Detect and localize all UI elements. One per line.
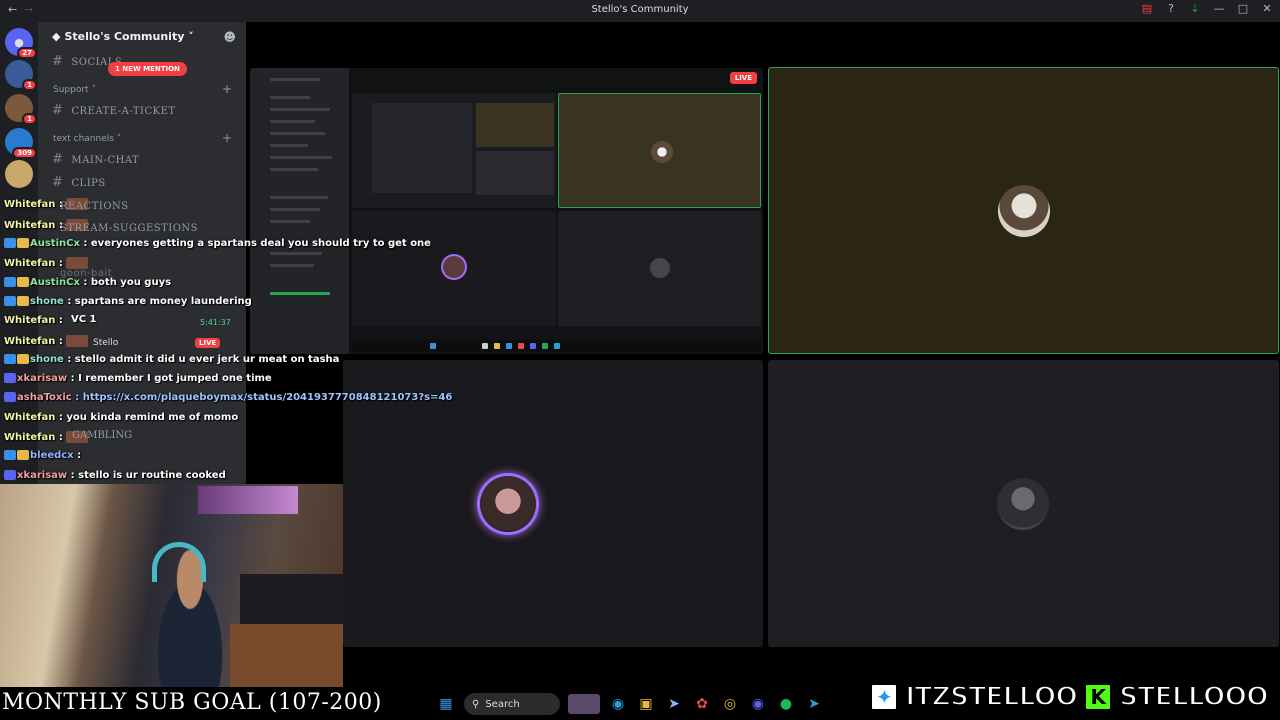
taskbar-search[interactable]: ⚲ Search (464, 693, 560, 715)
window-title: Stello's Community (591, 4, 689, 15)
category-text-channels[interactable]: text channels ˅ (53, 134, 121, 144)
badge-icon (4, 450, 16, 460)
voice-channel-vc1[interactable]: VC 1 (71, 314, 97, 325)
chrome-icon[interactable]: ◎ (720, 694, 740, 714)
hash-icon: # (52, 54, 64, 69)
maximize-icon[interactable]: □ (1236, 2, 1250, 15)
hash-icon: # (52, 152, 64, 167)
title-bar: ← → Stello's Community ▤ ? ⇣ — □ ✕ (0, 0, 1280, 22)
chat-message: AustinCx : everyones getting a spartans … (4, 238, 431, 249)
kick-handle: STELLOOO (1118, 681, 1269, 713)
screenshare-taskbar (352, 340, 761, 352)
kick-icon: K (1083, 682, 1114, 712)
discord-icon[interactable]: ◉ (748, 694, 768, 714)
channel-goon-bait[interactable]: goon-bait (52, 265, 112, 280)
channel-clips[interactable]: # CLIPS (52, 175, 106, 190)
twitter-handle: ITZSTELLOO (904, 681, 1078, 713)
server-icon[interactable]: 1 (5, 94, 37, 125)
add-channel-icon[interactable]: + (222, 131, 232, 145)
chat-message: Whitefan : you kinda remind me of momo (4, 412, 239, 423)
avatar (997, 478, 1049, 530)
badge-icon (17, 450, 29, 460)
participant-tile[interactable] (768, 360, 1279, 647)
file-explorer-icon[interactable]: ▣ (636, 694, 656, 714)
download-icon[interactable]: ⇣ (1188, 2, 1202, 15)
screenshare-grid (352, 93, 761, 326)
inbox-icon[interactable]: ▤ (1140, 2, 1154, 15)
avatar (998, 185, 1050, 237)
server-shield-icon: ◆ (52, 30, 61, 43)
server-icon[interactable] (5, 160, 33, 188)
direct-messages-icon[interactable]: ● 27 (5, 28, 37, 59)
steam-icon[interactable]: ➤ (664, 694, 684, 714)
badge-icon (17, 277, 29, 287)
badge-icon (4, 238, 16, 248)
badge-icon (4, 296, 16, 306)
twitter-icon: ✦ (869, 682, 900, 712)
channel-create-a-ticket[interactable]: # CREATE-A-TICKET (52, 103, 176, 118)
chat-link[interactable]: : https://x.com/plaqueboymax/status/2041… (75, 392, 452, 403)
chat-message: bleedcx : (4, 450, 81, 461)
windows-start-icon[interactable]: ▦ (436, 694, 456, 714)
channel-stream-suggestions[interactable]: STREAM-SUGGESTIONS (52, 220, 198, 235)
chat-message: Whitefan : (4, 315, 63, 326)
badge-icon (4, 392, 16, 402)
sub-goal-text: MONTHLY SUB GOAL (107-200) (2, 690, 382, 715)
minimize-icon[interactable]: — (1212, 2, 1226, 15)
chat-message: shone : stello admit it did u ever jerk … (4, 354, 339, 365)
hash-icon: # (52, 175, 64, 190)
channel-main-chat[interactable]: # MAIN-CHAT (52, 152, 139, 167)
server-name-dropdown[interactable]: ◆ Stello's Community ˅ (52, 30, 194, 43)
hash-icon: # (52, 103, 64, 118)
close-icon[interactable]: ✕ (1260, 2, 1274, 15)
live-badge: LIVE (729, 72, 757, 84)
invite-people-icon[interactable]: ☻ (223, 30, 236, 44)
voice-timer: 5:41:37 (200, 318, 231, 327)
server-icon[interactable]: 309 (5, 128, 37, 159)
search-icon: ⚲ (472, 698, 480, 710)
chat-message: ashaToxic : https://x.com/plaqueboymax/s… (4, 392, 452, 403)
chat-message: xkarisaw : I remember I got jumped one t… (4, 373, 272, 384)
window-controls: ▤ ? ⇣ — □ ✕ (1140, 2, 1274, 15)
badge-icon (4, 470, 16, 480)
telegram-icon[interactable]: ➤ (804, 694, 824, 714)
participant-tile[interactable] (343, 360, 763, 647)
edge-icon[interactable]: ◉ (608, 694, 628, 714)
avatar (480, 476, 536, 532)
badge-icon (4, 277, 16, 287)
chat-message: Whitefan : (4, 335, 92, 347)
chat-message: xkarisaw : stello is ur routine cooked (4, 470, 226, 481)
webcam-tv (198, 486, 298, 514)
social-handles: ✦ ITZSTELLOO K STELLOOO (869, 681, 1269, 713)
category-support[interactable]: Support ˅ (53, 85, 96, 95)
badge-icon (4, 373, 16, 383)
channel-gambling[interactable]: GAMBLING (72, 430, 132, 441)
add-channel-icon[interactable]: + (222, 82, 232, 96)
badge-icon (17, 354, 29, 364)
new-mention-pill[interactable]: 1 NEW MENTION (108, 62, 187, 76)
emote-icon (66, 335, 89, 347)
channel-reactions[interactable]: REACTIONS (52, 198, 129, 213)
widgets-icon[interactable] (568, 694, 600, 714)
spotify-icon[interactable]: ● (776, 694, 796, 714)
streamer-webcam (0, 484, 343, 689)
windows-taskbar: ▦ ⚲ Search ◉ ▣ ➤ ✿ ◎ ◉ ● ➤ (436, 689, 824, 719)
app-icon[interactable]: ✿ (692, 694, 712, 714)
chat-message: shone : spartans are money laundering (4, 296, 252, 307)
voice-user-stello[interactable]: Stello (93, 338, 118, 348)
badge-icon (17, 296, 29, 306)
participant-tile-speaking[interactable] (768, 67, 1279, 354)
help-icon[interactable]: ? (1164, 2, 1178, 15)
badge-icon (17, 238, 29, 248)
badge-icon (4, 354, 16, 364)
server-icon[interactable]: 1 (5, 60, 37, 91)
live-badge: LIVE (195, 338, 221, 348)
